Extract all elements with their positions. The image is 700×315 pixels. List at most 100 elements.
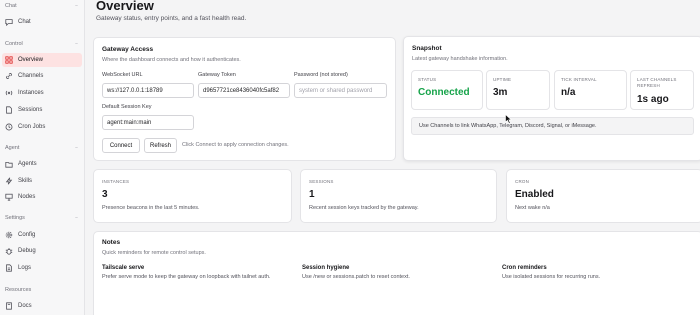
clock-icon	[5, 123, 13, 131]
uptime-stat: UPTIME 3m	[486, 70, 550, 110]
sidebar-item-label: Nodes	[18, 194, 36, 200]
cron-value: Enabled	[515, 189, 554, 200]
card-title: Gateway Access	[102, 46, 154, 53]
book-icon	[5, 302, 13, 310]
sidebar-item-config[interactable]: Config	[2, 228, 82, 242]
section-label-agent: Agent	[5, 145, 20, 151]
channels-info: Use Channels to link WhatsApp, Telegram,…	[411, 117, 694, 135]
grid-icon	[5, 56, 13, 64]
status-stat: STATUS Connected	[411, 70, 483, 110]
cron-label: CRON	[515, 179, 530, 184]
folder-icon	[5, 160, 13, 168]
instances-card: INSTANCES 3 Presence beacons in the last…	[93, 169, 292, 223]
section-label-control: Control	[5, 41, 23, 47]
monitor-icon	[5, 193, 13, 201]
last-refresh-stat: LAST CHANNELS REFRESH 1s ago	[630, 70, 694, 110]
instances-subtitle: Presence beacons in the last 5 minutes.	[102, 205, 200, 211]
password-label: Password (not stored)	[294, 72, 348, 78]
section-label-chat: Chat	[5, 3, 17, 9]
sidebar-item-skills[interactable]: Skills	[2, 174, 82, 188]
status-value: Connected	[418, 87, 470, 98]
sidebar-item-label: Sessions	[18, 107, 43, 113]
password-input[interactable]: system or shared password	[294, 83, 387, 98]
section-label-resources: Resources	[5, 287, 32, 293]
sidebar-item-channels[interactable]: Channels	[2, 69, 82, 83]
note-text: Prefer serve mode to keep the gateway on…	[102, 274, 271, 280]
websocket-url-label: WebSocket URL	[102, 72, 143, 78]
sidebar-item-label: Skills	[18, 178, 33, 184]
sidebar-item-instances[interactable]: Instances	[2, 86, 82, 100]
sidebar-item-sessions[interactable]: Sessions	[2, 103, 82, 117]
sidebar-item-label: Channels	[18, 73, 44, 79]
sessions-card: SESSIONS 1 Recent session keys tracked b…	[300, 169, 497, 223]
sidebar-item-logs[interactable]: Logs	[2, 261, 82, 275]
sidebar-item-cron-jobs[interactable]: Cron Jobs	[2, 120, 82, 134]
card-title: Snapshot	[412, 45, 442, 52]
instances-value: 3	[102, 189, 108, 200]
sidebar-item-docs[interactable]: Docs	[2, 299, 82, 313]
sidebar-item-chat[interactable]: Chat	[2, 15, 82, 29]
refresh-button[interactable]: Refresh	[144, 138, 177, 153]
cron-subtitle: Next wake n/a	[515, 205, 550, 211]
sidebar-item-agents[interactable]: Agents	[2, 157, 82, 171]
sessions-label: SESSIONS	[309, 179, 334, 184]
session-key-label: Default Session Key	[102, 104, 152, 110]
lightning-icon	[5, 177, 13, 185]
note-text: Use isolated sessions for recurring runs…	[502, 274, 601, 280]
page-subtitle: Gateway status, entry points, and a fast…	[96, 15, 247, 22]
sessions-subtitle: Recent session keys tracked by the gatew…	[309, 205, 419, 211]
note-text: Use /new or sessions.patch to reset cont…	[302, 274, 410, 280]
card-subtitle: Quick reminders for remote control setup…	[102, 250, 206, 256]
collapse-settings-icon[interactable]: −	[75, 215, 78, 221]
collapse-agent-icon[interactable]: −	[75, 145, 78, 151]
bug-icon	[5, 247, 13, 255]
note-title: Session hygiene	[302, 265, 350, 271]
last-refresh-value: 1s ago	[637, 94, 669, 105]
gateway-token-label: Gateway Token	[198, 72, 236, 78]
card-subtitle: Where the dashboard connects and how it …	[102, 57, 241, 63]
stat-label: LAST CHANNELS REFRESH	[637, 77, 677, 89]
document-icon	[5, 106, 13, 114]
note-title: Cron reminders	[502, 265, 547, 271]
section-label-settings: Settings	[5, 215, 25, 221]
connect-button[interactable]: Connect	[102, 138, 140, 153]
sidebar-item-label: Logs	[18, 265, 32, 271]
card-subtitle: Latest gateway handshake information.	[412, 56, 508, 62]
sidebar-item-label: Cron Jobs	[18, 124, 46, 130]
notes-card: Notes Quick reminders for remote control…	[93, 231, 700, 315]
chat-bubble-icon	[5, 18, 13, 26]
sessions-value: 1	[309, 189, 315, 200]
gear-icon	[5, 231, 13, 239]
collapse-control-icon[interactable]: −	[75, 41, 78, 47]
session-key-input[interactable]: agent:main:main	[102, 115, 194, 130]
connect-hint: Click Connect to apply connection change…	[182, 142, 289, 148]
sidebar-item-label: Config	[18, 232, 36, 238]
collapse-chat-icon[interactable]: −	[75, 3, 78, 9]
note-title: Tailscale serve	[102, 265, 145, 271]
gateway-access-card: Gateway Access Where the dashboard conne…	[93, 37, 396, 161]
tick-interval-stat: TICK INTERVAL n/a	[554, 70, 627, 110]
sidebar-item-label: Docs	[18, 303, 32, 309]
websocket-url-input[interactable]: ws://127.0.0.1:18789	[102, 83, 194, 98]
sidebar: Chat − Chat Control − Overview Channels …	[0, 0, 85, 315]
sidebar-item-nodes[interactable]: Nodes	[2, 190, 82, 204]
uptime-value: 3m	[493, 87, 508, 98]
sidebar-item-overview[interactable]: Overview	[2, 53, 82, 67]
tick-interval-value: n/a	[561, 87, 576, 98]
gateway-token-input[interactable]: d9657721ce8436040fc5af82	[198, 83, 290, 98]
sidebar-item-label: Debug	[18, 248, 36, 254]
file-text-icon	[5, 264, 13, 272]
cron-card: CRON Enabled Next wake n/a	[506, 169, 700, 223]
stat-label: STATUS	[418, 77, 437, 82]
sidebar-item-label: Agents	[18, 161, 37, 167]
sidebar-item-label: Overview	[18, 57, 44, 63]
link-icon	[5, 72, 13, 80]
page-title: Overview	[96, 0, 154, 13]
snapshot-card: Snapshot Latest gateway handshake inform…	[403, 36, 700, 161]
stat-label: UPTIME	[493, 77, 512, 82]
instances-label: INSTANCES	[102, 179, 130, 184]
card-title: Notes	[102, 239, 121, 246]
sidebar-item-debug[interactable]: Debug	[2, 244, 82, 258]
stat-label: TICK INTERVAL	[561, 77, 597, 82]
mouse-cursor-icon	[505, 114, 512, 124]
